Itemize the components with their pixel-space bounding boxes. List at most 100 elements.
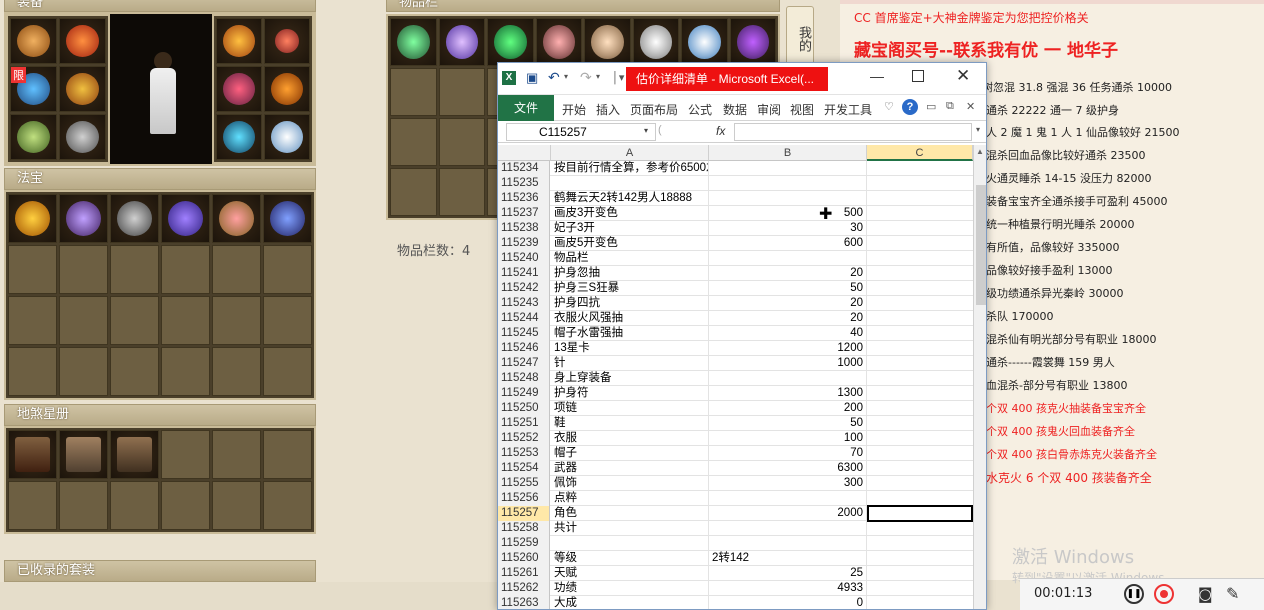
cell-a[interactable]: 画皮5开变色 — [551, 236, 709, 251]
cell-b[interactable]: 300 — [709, 476, 867, 491]
cell-a[interactable]: 衣服火风强抽 — [551, 311, 709, 326]
cell-b[interactable]: 1200 — [709, 341, 867, 356]
tab-home[interactable]: 开始 — [562, 101, 586, 118]
fx-icon[interactable]: fx — [716, 124, 725, 138]
cell-a[interactable]: 按目前行情全算，参考价6500左右 — [551, 161, 709, 176]
scroll-up-icon[interactable]: ▲ — [976, 147, 986, 157]
item-slot[interactable] — [584, 18, 631, 66]
cell-c[interactable] — [867, 566, 973, 581]
fabao-slot-empty[interactable] — [263, 296, 312, 345]
row-number[interactable]: 115237 — [498, 206, 550, 221]
row-number[interactable]: 115240 — [498, 251, 550, 266]
cell-a[interactable]: 天赋 — [551, 566, 709, 581]
row-number[interactable]: 115255 — [498, 476, 550, 491]
cell-b[interactable]: 20 — [709, 266, 867, 281]
tab-formulas[interactable]: 公式 — [688, 101, 712, 118]
cell-c[interactable] — [867, 596, 973, 609]
fabao-slot-empty[interactable] — [212, 245, 261, 294]
cell-c[interactable] — [867, 551, 973, 566]
undo-icon[interactable]: ↶ — [548, 69, 560, 86]
cell-a[interactable]: 帽子水雷强抽 — [551, 326, 709, 341]
cell-b[interactable]: 30 — [709, 221, 867, 236]
formula-input[interactable] — [734, 123, 972, 141]
undo-dropdown-icon[interactable]: ▾ — [564, 72, 568, 81]
name-box[interactable]: C115257 — [506, 123, 656, 141]
tab-view[interactable]: 视图 — [790, 101, 814, 118]
qat-customize-icon[interactable]: │▾ — [612, 71, 624, 84]
cell-c[interactable] — [867, 401, 973, 416]
cell-c[interactable] — [867, 176, 973, 191]
album-slot-empty[interactable] — [263, 430, 312, 479]
tab-data[interactable]: 数据 — [723, 101, 747, 118]
row-number[interactable]: 115262 — [498, 581, 550, 596]
sheet-grid[interactable]: A B C 115234按目前行情全算，参考价6500左右11523511523… — [498, 145, 986, 609]
fabao-slot-empty[interactable] — [110, 245, 159, 294]
cell-c[interactable] — [867, 161, 973, 176]
cell-c-selected[interactable] — [867, 505, 973, 522]
row-number[interactable]: 115247 — [498, 356, 550, 371]
item-slot[interactable] — [390, 18, 437, 66]
album-slot-empty[interactable] — [161, 430, 210, 479]
row-number[interactable]: 115251 — [498, 416, 550, 431]
cell-c[interactable] — [867, 431, 973, 446]
cell-c[interactable] — [867, 581, 973, 596]
equip-slot-orb[interactable] — [264, 66, 310, 112]
help-icon[interactable]: ? — [902, 99, 918, 115]
fabao-slot-empty[interactable] — [161, 296, 210, 345]
fabao-slot-empty[interactable] — [161, 347, 210, 396]
item-slot[interactable] — [535, 18, 582, 66]
row-number[interactable]: 115261 — [498, 566, 550, 581]
cell-a[interactable]: 佩饰 — [551, 476, 709, 491]
fabao-slot-empty[interactable] — [59, 347, 108, 396]
cell-a[interactable]: 针 — [551, 356, 709, 371]
cell-b[interactable]: 1000 — [709, 356, 867, 371]
cell-b[interactable] — [709, 176, 867, 191]
album-card[interactable] — [8, 430, 57, 479]
row-number[interactable]: 115239 — [498, 236, 550, 251]
column-header-b[interactable]: B — [709, 145, 867, 161]
item-slot-empty[interactable] — [390, 168, 437, 216]
cell-c[interactable] — [867, 476, 973, 491]
fabao-slot-empty[interactable] — [212, 296, 261, 345]
row-number[interactable]: 115242 — [498, 281, 550, 296]
doc-minimize-icon[interactable]: ▭ — [926, 100, 936, 113]
name-box-dropdown-icon[interactable]: ▾ — [644, 126, 648, 135]
row-number[interactable]: 115259 — [498, 536, 550, 551]
cell-c[interactable] — [867, 296, 973, 311]
cell-c[interactable] — [867, 386, 973, 401]
row-number[interactable]: 115241 — [498, 266, 550, 281]
doc-restore-icon[interactable]: ⧉ — [946, 100, 954, 113]
fabao-slot-empty[interactable] — [263, 245, 312, 294]
fabao-slot-empty[interactable] — [59, 245, 108, 294]
equip-slot-pearl[interactable] — [264, 114, 310, 160]
formula-expand-icon[interactable]: ▾ — [976, 125, 980, 134]
cell-a[interactable]: 妃子3开 — [551, 221, 709, 236]
row-number[interactable]: 115245 — [498, 326, 550, 341]
minimize-icon[interactable]: — — [870, 68, 884, 84]
row-number[interactable]: 115257 — [498, 506, 550, 521]
cell-b[interactable]: 20 — [709, 311, 867, 326]
ribbon-collapse-icon[interactable]: ♡ — [884, 100, 894, 113]
cell-b[interactable] — [709, 191, 867, 206]
cell-c[interactable] — [867, 191, 973, 206]
row-number[interactable]: 115249 — [498, 386, 550, 401]
equip-slot-weapon[interactable]: 限 — [10, 66, 57, 112]
cell-c[interactable] — [867, 281, 973, 296]
tab-page-layout[interactable]: 页面布局 — [630, 101, 678, 118]
stop-icon[interactable] — [1154, 584, 1174, 604]
item-slot[interactable] — [632, 18, 679, 66]
cell-a[interactable]: 物品栏 — [551, 251, 709, 266]
row-number[interactable]: 115246 — [498, 341, 550, 356]
row-number[interactable]: 115236 — [498, 191, 550, 206]
cell-a[interactable] — [551, 536, 709, 551]
item-slot[interactable] — [729, 18, 776, 66]
tab-insert[interactable]: 插入 — [596, 101, 620, 118]
row-number[interactable]: 115248 — [498, 371, 550, 386]
cell-b[interactable]: 100 — [709, 431, 867, 446]
album-card[interactable] — [110, 430, 159, 479]
cell-c[interactable] — [867, 251, 973, 266]
fabao-slot[interactable] — [59, 194, 108, 243]
equip-slot-pet-1[interactable] — [216, 18, 262, 64]
item-slot-empty[interactable] — [438, 68, 485, 116]
equip-slot-hat[interactable] — [10, 18, 57, 64]
